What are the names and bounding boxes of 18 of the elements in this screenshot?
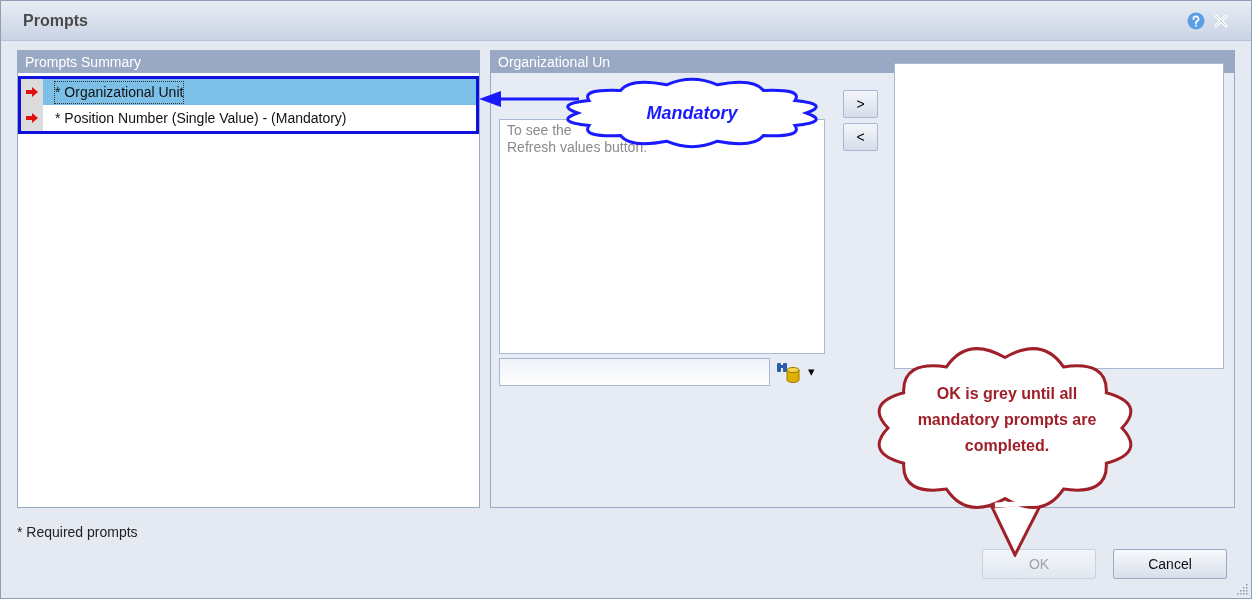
callout-text: OK is grey until all mandatory prompts are completed. [916, 384, 1098, 456]
hint-text: To see the [507, 122, 573, 139]
panel-title: Prompts Summary [25, 52, 141, 72]
dialog-button[interactable]: Cancel [1113, 549, 1227, 579]
arrow-icon [26, 113, 38, 123]
add-button[interactable]: > [843, 90, 878, 118]
window-title: Prompts [23, 10, 89, 31]
help-icon[interactable] [1187, 11, 1205, 30]
resize-grip-icon[interactable] [1236, 583, 1248, 595]
arrow-icon [26, 87, 38, 97]
dropdown-arrow[interactable]: ▾ [808, 362, 815, 382]
hint-text: Refresh values button. [507, 139, 649, 156]
required-note: * Required prompts [17, 524, 138, 540]
search-field[interactable] [499, 358, 770, 386]
panel-title: Organizational Un [498, 52, 611, 72]
remove-button[interactable]: < [843, 123, 878, 151]
prompt-list-item[interactable]: * Organizational Unit [43, 79, 476, 105]
close-icon[interactable] [1213, 12, 1229, 29]
